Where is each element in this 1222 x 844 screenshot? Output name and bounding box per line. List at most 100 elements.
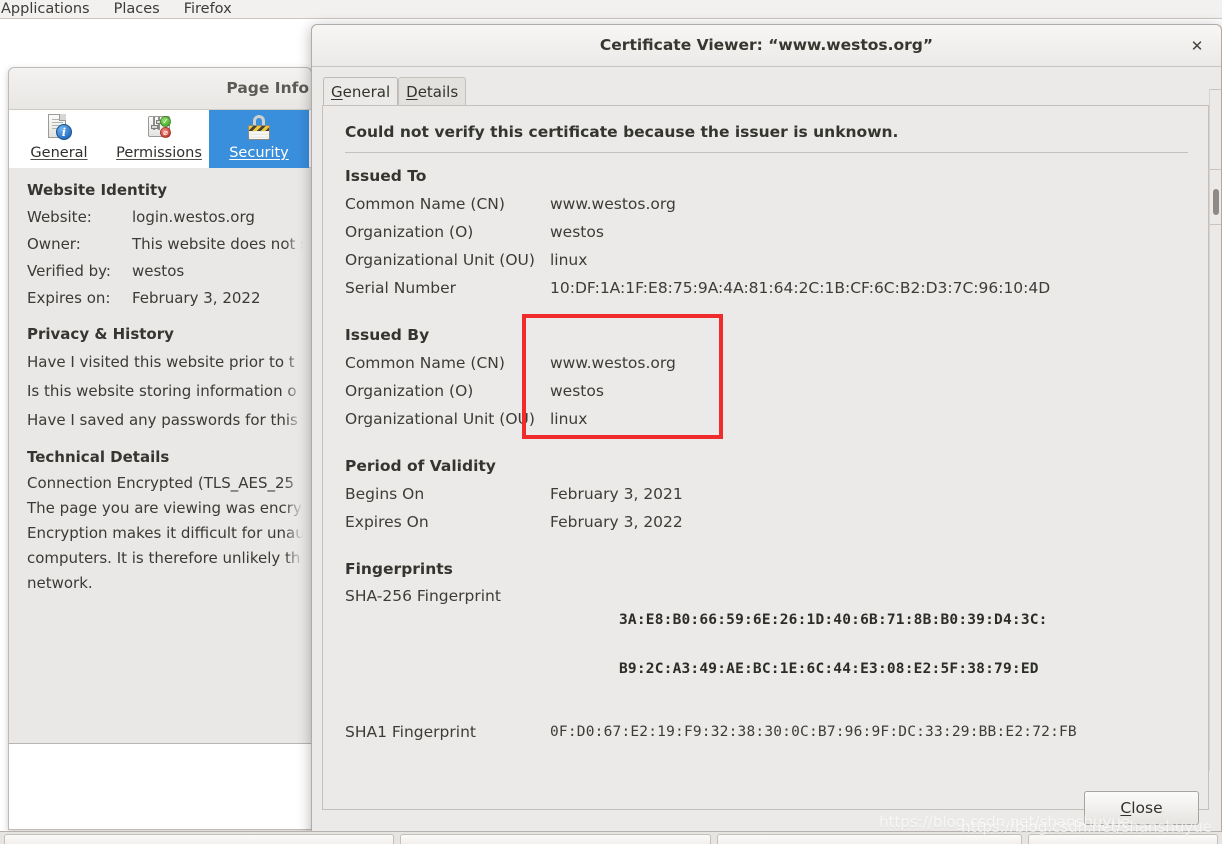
page-info-tab-permissions-label: Permissions — [116, 145, 202, 161]
dialog-scrollbar[interactable] — [1209, 89, 1221, 771]
applications-menu[interactable]: Applications — [0, 0, 102, 18]
issued-to-serial-number-row: Serial Number 10:DF:1A:1F:E8:75:9A:4A:81… — [345, 274, 1208, 302]
taskbar-item[interactable] — [1028, 834, 1218, 844]
close-icon[interactable]: ✕ — [1185, 35, 1209, 57]
issued-to-common-name-value: www.westos.org — [550, 195, 676, 213]
certificate-verification-notice: Could not verify this certificate becaus… — [345, 123, 899, 141]
page-info-titlebar[interactable]: Page Info — [9, 68, 311, 110]
scrollbar-thumb[interactable] — [1213, 189, 1219, 215]
verified-by-label: Verified by: — [27, 262, 111, 280]
issued-to-organization-value: westos — [550, 223, 604, 241]
sha1-fingerprint-value: 0F:D0:67:E2:19:F9:32:38:30:0C:B7:96:9F:D… — [550, 724, 1077, 740]
taskbar-item[interactable] — [717, 834, 1023, 844]
technical-details-line: The page you are viewing was encry — [27, 499, 302, 517]
certificate-viewer-title: Certificate Viewer: “www.westos.org” — [599, 36, 934, 54]
issued-by-org-unit-value: linux — [550, 410, 588, 428]
sha256-fingerprint-line2: B9:2C:A3:49:AE:BC:1E:6C:44:E3:08:E2:5F:3… — [618, 661, 1039, 677]
close-button-mnemonic: C — [1120, 799, 1132, 817]
sha1-fingerprint-row: SHA1 Fingerprint 0F:D0:67:E2:19:F9:32:38… — [345, 719, 1208, 745]
page-info-title: Page Info — [226, 79, 309, 97]
privacy-history-line: Have I visited this website prior to t — [27, 353, 295, 371]
expires-on-label: Expires on: — [27, 289, 111, 307]
issued-to-section: Issued To Common Name (CN) www.westos.or… — [345, 167, 1208, 302]
places-menu[interactable]: Places — [102, 0, 172, 18]
page-info-security-panel: Website Identity Website: login.westos.o… — [9, 168, 311, 768]
expires-on-value: February 3, 2022 — [132, 289, 261, 307]
issued-to-organization-row: Organization (O) westos — [345, 218, 1208, 246]
period-of-validity-heading: Period of Validity — [345, 457, 496, 475]
privacy-history-line: Have I saved any passwords for this — [27, 411, 298, 429]
certificate-tabstrip: General Details — [322, 77, 1209, 106]
page-info-tab-security[interactable]: Security — [209, 110, 309, 168]
padlock-icon — [244, 113, 274, 143]
permissions-sliders-icon: ✓ ⌀ — [144, 113, 174, 143]
close-button[interactable]: Close — [1084, 791, 1199, 825]
owner-row: Owner: This website does not s — [27, 231, 311, 258]
issued-by-section: Issued By Common Name (CN) www.westos.or… — [345, 326, 1208, 433]
page-info-tab-permissions[interactable]: ✓ ⌀ Permissions — [109, 110, 209, 168]
owner-value: This website does not s — [132, 235, 308, 253]
tab-general-label: eneral — [342, 83, 391, 101]
tab-general[interactable]: General — [323, 77, 399, 106]
screen: Applications Places Firefox Page Info i … — [0, 0, 1222, 844]
privacy-history-line: Is this website storing information o — [27, 382, 297, 400]
document-info-icon: i — [44, 113, 74, 143]
issued-to-serial-number-value: 10:DF:1A:1F:E8:75:9A:4A:81:64:2C:1B:CF:6… — [550, 279, 1051, 297]
begins-on-row: Begins On February 3, 2021 — [345, 480, 1208, 508]
issued-by-org-unit-label: Organizational Unit (OU) — [345, 410, 535, 428]
page-info-window[interactable]: Page Info i General ✓ ⌀ Permissions Secu… — [8, 67, 312, 830]
technical-details-line: network. — [27, 574, 93, 592]
taskbar-item[interactable] — [4, 834, 394, 844]
technical-details-line: computers. It is therefore unlikely th — [27, 549, 301, 567]
expires-on-row: Expires on: February 3, 2022 — [27, 285, 311, 312]
expires-on-label: Expires On — [345, 513, 429, 531]
tab-details-label: etails — [417, 83, 459, 101]
taskbar-item[interactable] — [399, 834, 712, 844]
firefox-menu[interactable]: Firefox — [172, 0, 244, 18]
tab-details[interactable]: Details — [398, 77, 467, 106]
notice-divider — [345, 152, 1188, 153]
website-value: login.westos.org — [132, 208, 255, 226]
certificate-viewer-body: General Details Could not verify this ce… — [312, 67, 1221, 837]
close-button-label: lose — [1131, 799, 1163, 817]
fingerprints-section: Fingerprints SHA-256 Fingerprint 3A:E8:B… — [345, 560, 1208, 745]
page-info-tab-general[interactable]: i General — [9, 110, 109, 168]
issued-to-org-unit-label: Organizational Unit (OU) — [345, 251, 535, 269]
sha1-fingerprint-label: SHA1 Fingerprint — [345, 723, 476, 741]
issued-to-org-unit-value: linux — [550, 251, 588, 269]
issued-to-org-unit-row: Organizational Unit (OU) linux — [345, 246, 1208, 274]
privacy-history-heading: Privacy & History — [27, 325, 174, 343]
issued-by-common-name-label: Common Name (CN) — [345, 354, 505, 372]
issued-to-common-name-label: Common Name (CN) — [345, 195, 505, 213]
issued-by-organization-row: Organization (O) westos — [345, 377, 1208, 405]
tab-general-mnemonic: G — [331, 83, 343, 101]
page-info-tab-security-label: Security — [229, 145, 289, 161]
page-info-toolbar: i General ✓ ⌀ Permissions Security — [9, 110, 311, 168]
period-of-validity-section: Period of Validity Begins On February 3,… — [345, 457, 1208, 536]
gnome-top-panel: Applications Places Firefox — [0, 0, 1222, 19]
verified-by-row: Verified by: westos — [27, 258, 311, 285]
issued-by-common-name-value: www.westos.org — [550, 354, 676, 372]
website-identity-row: Website: login.westos.org — [27, 204, 311, 231]
issued-to-common-name-row: Common Name (CN) www.westos.org — [345, 190, 1208, 218]
page-info-tab-general-label: General — [30, 145, 88, 161]
tab-details-mnemonic: D — [406, 83, 418, 101]
begins-on-label: Begins On — [345, 485, 425, 503]
technical-details-line: Encryption makes it difficult for unau — [27, 524, 305, 542]
expires-on-value: February 3, 2022 — [550, 513, 683, 531]
certificate-viewer-dialog[interactable]: Certificate Viewer: “www.westos.org” ✕ G… — [311, 24, 1222, 838]
website-identity-heading: Website Identity — [27, 181, 167, 199]
issued-by-common-name-row: Common Name (CN) www.westos.org — [345, 349, 1208, 377]
technical-details-line: Connection Encrypted (TLS_AES_25 — [27, 474, 295, 492]
window-taskbar — [0, 831, 1222, 844]
issued-by-org-unit-row: Organizational Unit (OU) linux — [345, 405, 1208, 433]
certificate-viewer-titlebar[interactable]: Certificate Viewer: “www.westos.org” ✕ — [312, 25, 1221, 67]
website-label: Website: — [27, 208, 92, 226]
sha256-fingerprint-label: SHA-256 Fingerprint — [345, 587, 501, 605]
technical-details-heading: Technical Details — [27, 448, 170, 466]
issued-by-heading: Issued By — [345, 326, 430, 344]
issued-to-heading: Issued To — [345, 167, 427, 185]
certificate-dialog-footer: Close — [312, 781, 1221, 837]
expires-on-row: Expires On February 3, 2022 — [345, 508, 1208, 536]
sha256-fingerprint-line1: 3A:E8:B0:66:59:6E:26:1D:40:6B:71:8B:B0:3… — [618, 612, 1048, 628]
